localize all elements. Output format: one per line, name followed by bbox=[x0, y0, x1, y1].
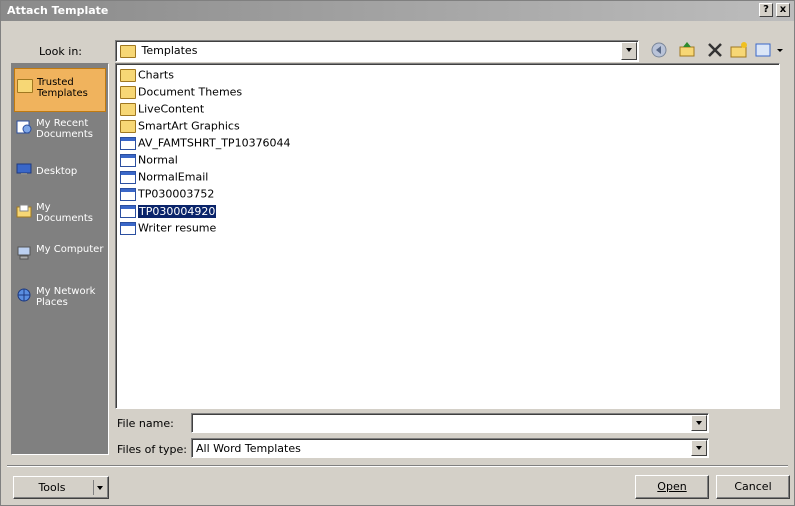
file-name: Writer resume bbox=[138, 221, 217, 235]
files-of-type-value: All Word Templates bbox=[196, 442, 301, 455]
up-one-level-icon[interactable] bbox=[677, 40, 697, 60]
chevron-down-icon[interactable] bbox=[93, 480, 105, 495]
files-of-type-dropdown[interactable]: All Word Templates bbox=[191, 438, 709, 458]
place-label: Trusted Templates bbox=[37, 77, 88, 99]
word-template-icon bbox=[120, 170, 136, 184]
places-bar: Trusted Templates My Recent Documents De… bbox=[11, 63, 109, 455]
file-name: Document Themes bbox=[138, 85, 243, 99]
list-item-folder[interactable]: Document Themes bbox=[120, 85, 242, 101]
desktop-icon bbox=[16, 163, 32, 175]
word-template-icon bbox=[120, 204, 136, 218]
chevron-down-icon[interactable] bbox=[691, 440, 707, 456]
file-name: TP030004920 bbox=[138, 204, 217, 218]
file-name: Charts bbox=[138, 68, 174, 82]
word-template-icon bbox=[120, 187, 136, 201]
file-name: SmartArt Graphics bbox=[138, 119, 240, 133]
look-in-value: Templates bbox=[120, 44, 197, 58]
my-documents-icon bbox=[16, 204, 32, 218]
place-desktop[interactable]: Desktop bbox=[14, 152, 106, 196]
views-icon[interactable] bbox=[753, 40, 787, 60]
file-name-input[interactable] bbox=[191, 413, 709, 433]
file-name: NormalEmail bbox=[138, 170, 209, 184]
back-icon[interactable] bbox=[649, 40, 669, 60]
place-my-network-places[interactable]: My Network Places bbox=[14, 278, 106, 322]
place-label: Desktop bbox=[36, 166, 78, 177]
place-trusted-templates[interactable]: Trusted Templates bbox=[14, 68, 106, 112]
look-in-text: Templates bbox=[141, 44, 198, 57]
look-in-dropdown[interactable]: Templates bbox=[115, 40, 639, 62]
list-item-template[interactable]: TP030003752 bbox=[120, 187, 214, 203]
open-button[interactable]: Open bbox=[635, 475, 709, 499]
tools-label: Tools bbox=[38, 481, 66, 494]
cancel-label: Cancel bbox=[734, 480, 772, 493]
title-bar[interactable]: Attach Template ? x bbox=[1, 1, 794, 21]
word-template-icon bbox=[120, 221, 136, 235]
place-label: My Recent Documents bbox=[36, 118, 94, 140]
file-name: AV_FAMTSHRT_TP10376044 bbox=[138, 136, 291, 150]
place-label: My Computer bbox=[36, 244, 104, 255]
attach-template-dialog: Attach Template ? x Look in: Templates T… bbox=[0, 0, 795, 506]
folder-icon bbox=[120, 85, 136, 99]
file-name: TP030003752 bbox=[138, 187, 215, 201]
network-icon bbox=[17, 288, 31, 302]
word-template-icon bbox=[120, 153, 136, 167]
list-item-template[interactable]: AV_FAMTSHRT_TP10376044 bbox=[120, 136, 291, 152]
close-button[interactable]: x bbox=[776, 3, 790, 17]
divider bbox=[7, 465, 788, 467]
cancel-button[interactable]: Cancel bbox=[716, 475, 790, 499]
look-in-label: Look in: bbox=[39, 45, 82, 58]
dialog-title: Attach Template bbox=[7, 4, 109, 17]
recent-documents-icon bbox=[16, 120, 32, 134]
folder-icon bbox=[17, 79, 33, 93]
delete-icon[interactable] bbox=[705, 40, 725, 60]
list-item-template[interactable]: Normal bbox=[120, 153, 178, 169]
files-of-type-label: Files of type: bbox=[117, 443, 188, 456]
folder-icon bbox=[120, 44, 136, 58]
open-label: Open bbox=[657, 480, 687, 493]
tools-button[interactable]: Tools bbox=[13, 476, 109, 499]
folder-icon bbox=[120, 119, 136, 133]
help-button[interactable]: ? bbox=[759, 3, 773, 17]
file-name: Normal bbox=[138, 153, 178, 167]
file-name-label: File name: bbox=[117, 417, 174, 430]
word-template-icon bbox=[120, 136, 136, 150]
chevron-down-icon[interactable] bbox=[621, 42, 637, 60]
place-label: My Documents bbox=[36, 202, 94, 224]
computer-icon bbox=[17, 246, 31, 260]
place-my-computer[interactable]: My Computer bbox=[14, 236, 106, 280]
folder-icon bbox=[120, 102, 136, 116]
file-list[interactable]: Charts Document Themes LiveContent Smart… bbox=[115, 63, 780, 409]
file-name: LiveContent bbox=[138, 102, 205, 116]
place-my-recent-documents[interactable]: My Recent Documents bbox=[14, 110, 106, 154]
list-item-template[interactable]: NormalEmail bbox=[120, 170, 208, 186]
list-item-template-selected[interactable]: TP030004920 bbox=[120, 204, 217, 220]
list-item-folder[interactable]: Charts bbox=[120, 68, 174, 84]
list-item-template[interactable]: Writer resume bbox=[120, 221, 216, 237]
folder-icon bbox=[120, 68, 136, 82]
place-label: My Network Places bbox=[36, 286, 96, 308]
new-folder-icon[interactable] bbox=[729, 40, 749, 60]
list-item-folder[interactable]: LiveContent bbox=[120, 102, 204, 118]
list-item-folder[interactable]: SmartArt Graphics bbox=[120, 119, 240, 135]
place-my-documents[interactable]: My Documents bbox=[14, 194, 106, 238]
chevron-down-icon[interactable] bbox=[691, 415, 707, 431]
